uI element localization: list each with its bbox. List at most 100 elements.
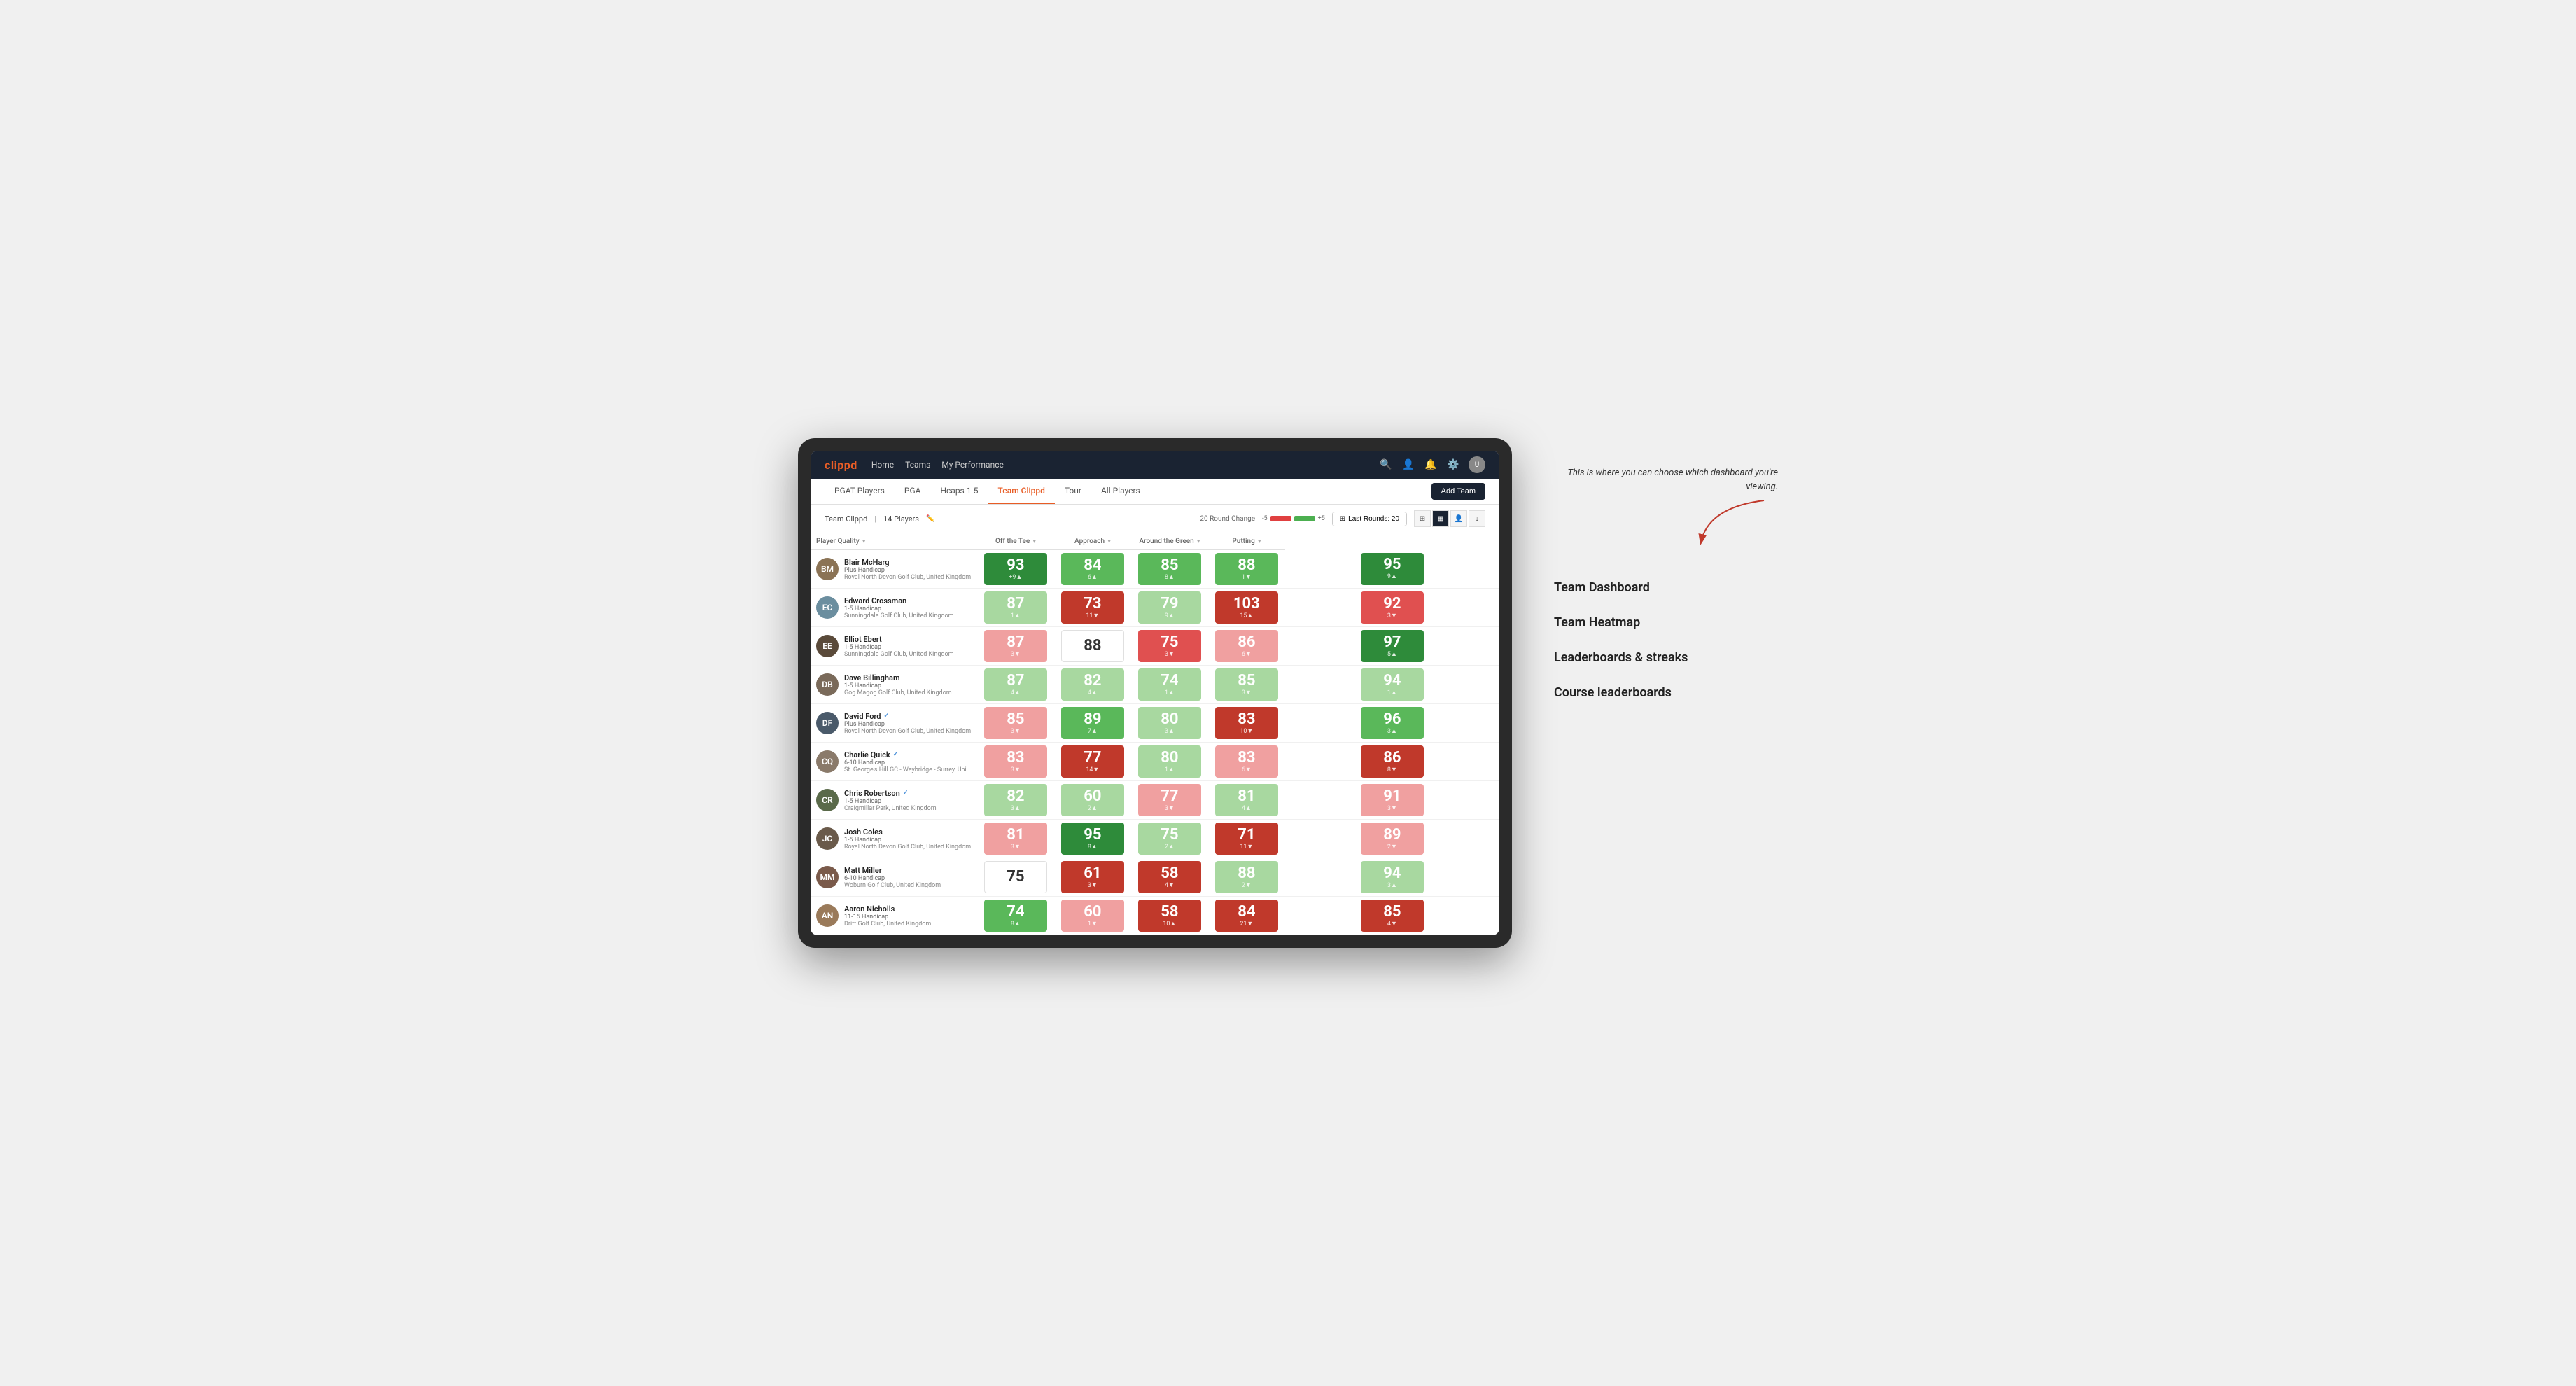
sub-nav-hcaps[interactable]: Hcaps 1-5 xyxy=(930,479,988,504)
score-change: 7▲ xyxy=(1088,727,1098,735)
score-value: 58 xyxy=(1161,904,1178,920)
view-download-btn[interactable]: ↓ xyxy=(1469,510,1485,527)
score-box: 8310▼ xyxy=(1215,707,1278,739)
settings-icon[interactable]: ⚙️ xyxy=(1446,458,1460,472)
score-cell-9-1: 601▼ xyxy=(1054,897,1131,935)
score-box: 897▲ xyxy=(1061,707,1124,739)
player-club: Royal North Devon Golf Club, United King… xyxy=(844,844,972,850)
sub-nav-all-players[interactable]: All Players xyxy=(1091,479,1150,504)
score-value: 80 xyxy=(1161,712,1178,727)
score-value: 60 xyxy=(1084,789,1101,804)
score-value: 86 xyxy=(1383,750,1401,766)
player-name[interactable]: Dave Billingham xyxy=(844,673,972,682)
score-box: 814▲ xyxy=(1215,784,1278,816)
score-change: 1▼ xyxy=(1242,573,1252,581)
score-cell-1-2: 799▲ xyxy=(1131,589,1208,627)
player-name[interactable]: Charlie Quick ✓ xyxy=(844,750,972,760)
nav-teams[interactable]: Teams xyxy=(905,457,930,472)
score-box: 752▲ xyxy=(1138,822,1201,855)
score-cell-8-4: 943▲ xyxy=(1285,858,1499,897)
score-cell-1-0: 871▲ xyxy=(977,589,1054,627)
col-player: Player Quality ▾ xyxy=(811,533,977,550)
nav-home[interactable]: Home xyxy=(872,457,894,472)
player-name[interactable]: Elliot Ebert xyxy=(844,635,972,644)
score-cell-8-3: 882▼ xyxy=(1208,858,1285,897)
player-cell-0: BMBlair McHargPlus HandicapRoyal North D… xyxy=(811,550,977,589)
score-change: 3▼ xyxy=(1387,612,1397,620)
player-name[interactable]: Chris Robertson ✓ xyxy=(844,789,972,798)
score-value: 82 xyxy=(1007,789,1024,804)
avatar[interactable]: U xyxy=(1469,456,1485,473)
score-cell-0-1: 846▲ xyxy=(1054,550,1131,589)
score-box: 748▲ xyxy=(984,899,1047,932)
score-change: +9▲ xyxy=(1009,573,1022,581)
score-value: 77 xyxy=(1161,789,1178,804)
table-row: EEElliot Ebert1-5 HandicapSunningdale Go… xyxy=(811,627,1499,666)
score-box: 601▼ xyxy=(1061,899,1124,932)
col-approach: Approach ▾ xyxy=(1054,533,1131,550)
bell-icon[interactable]: 🔔 xyxy=(1424,458,1438,472)
player-cell-1: ECEdward Crossman1-5 HandicapSunningdale… xyxy=(811,589,977,627)
nav-icons: 🔍 👤 🔔 ⚙️ U xyxy=(1379,456,1485,473)
score-change: 3▼ xyxy=(1165,650,1175,658)
top-nav: clippd Home Teams My Performance 🔍 👤 🔔 ⚙… xyxy=(811,451,1499,479)
score-value: 96 xyxy=(1383,712,1401,727)
nav-my-performance[interactable]: My Performance xyxy=(941,457,1004,472)
view-heat-btn[interactable]: ▦ xyxy=(1432,510,1449,527)
table-row: BMBlair McHargPlus HandicapRoyal North D… xyxy=(811,550,1499,589)
sub-nav: PGAT Players PGA Hcaps 1-5 Team Clippd T… xyxy=(811,479,1499,505)
sub-nav-pga[interactable]: PGA xyxy=(895,479,931,504)
score-box: 868▼ xyxy=(1361,746,1424,778)
score-change: 4▲ xyxy=(1011,689,1021,696)
sort-arrow-approach: ▾ xyxy=(1108,538,1111,545)
score-cell-6-4: 913▼ xyxy=(1285,781,1499,820)
player-avatar: EC xyxy=(816,596,839,619)
annotation-callout: This is where you can choose which dashb… xyxy=(1554,466,1778,550)
score-change: 3▼ xyxy=(1165,804,1175,812)
view-person-btn[interactable]: 👤 xyxy=(1450,510,1467,527)
score-value: 88 xyxy=(1238,866,1255,881)
player-name[interactable]: David Ford ✓ xyxy=(844,712,972,721)
score-box: 959▲ xyxy=(1361,553,1424,585)
edit-icon[interactable]: ✏️ xyxy=(926,515,934,523)
player-club: Sunningdale Golf Club, United Kingdom xyxy=(844,651,972,658)
add-team-button[interactable]: Add Team xyxy=(1432,483,1485,500)
player-handicap: 1-5 Handicap xyxy=(844,606,972,612)
score-value: 94 xyxy=(1383,673,1401,689)
player-name[interactable]: Aaron Nicholls xyxy=(844,904,972,913)
view-grid-btn[interactable]: ⊞ xyxy=(1414,510,1431,527)
score-box: 858▲ xyxy=(1138,553,1201,585)
score-change: 4▼ xyxy=(1387,920,1397,927)
sub-nav-team-clippd[interactable]: Team Clippd xyxy=(988,479,1055,504)
player-name[interactable]: Matt Miller xyxy=(844,866,972,875)
score-change: 3▼ xyxy=(1387,804,1397,812)
player-name[interactable]: Josh Coles xyxy=(844,827,972,836)
score-box: 881▼ xyxy=(1215,553,1278,585)
player-avatar: CQ xyxy=(816,750,839,773)
team-header: Team Clippd | 14 Players ✏️ 20 Round Cha… xyxy=(811,505,1499,533)
player-name[interactable]: Blair McHarg xyxy=(844,558,972,567)
bar-pos-label: +5 xyxy=(1318,515,1325,522)
table-row: JCJosh Coles1-5 HandicapRoyal North Devo… xyxy=(811,820,1499,858)
annotation-panel: This is where you can choose which dashb… xyxy=(1554,438,1778,710)
score-change: 3▲ xyxy=(1011,804,1021,812)
player-club: Woburn Golf Club, United Kingdom xyxy=(844,882,972,889)
sub-nav-tour[interactable]: Tour xyxy=(1055,479,1091,504)
player-name[interactable]: Edward Crossman xyxy=(844,596,972,606)
last-rounds-button[interactable]: ⊞ Last Rounds: 20 xyxy=(1332,512,1407,526)
score-value: 58 xyxy=(1161,866,1178,881)
tablet-screen: clippd Home Teams My Performance 🔍 👤 🔔 ⚙… xyxy=(811,451,1499,935)
score-value: 86 xyxy=(1238,635,1255,650)
player-avatar: BM xyxy=(816,558,839,580)
score-box: 943▲ xyxy=(1361,861,1424,893)
score-change: 2▼ xyxy=(1387,843,1397,850)
person-icon[interactable]: 👤 xyxy=(1401,458,1415,472)
player-club: Royal North Devon Golf Club, United King… xyxy=(844,574,972,581)
sub-nav-pgat[interactable]: PGAT Players xyxy=(825,479,895,504)
score-box: 93+9▲ xyxy=(984,553,1047,585)
player-avatar: AN xyxy=(816,904,839,927)
score-change: 15▲ xyxy=(1240,612,1253,620)
score-cell-0-3: 881▼ xyxy=(1208,550,1285,589)
score-cell-1-3: 10315▲ xyxy=(1208,589,1285,627)
search-icon[interactable]: 🔍 xyxy=(1379,458,1393,472)
